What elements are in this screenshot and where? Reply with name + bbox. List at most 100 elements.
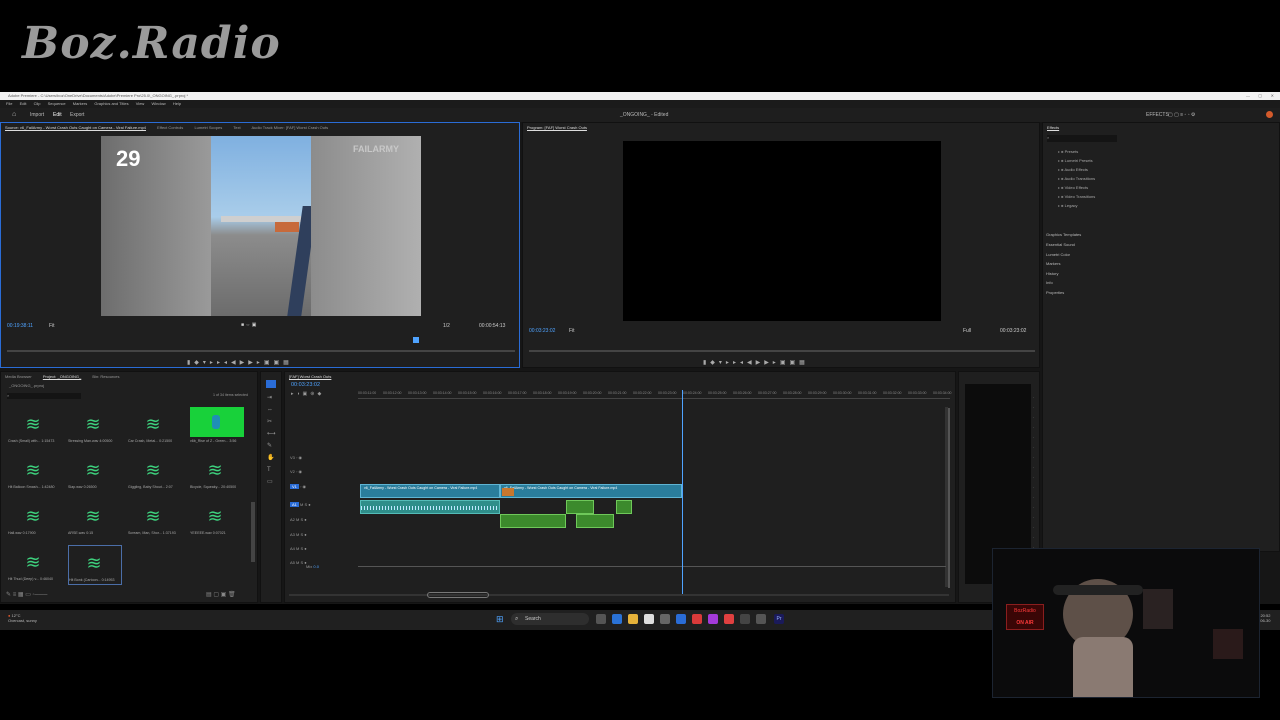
settings-icon[interactable] (660, 614, 670, 624)
tab-effects[interactable]: Effects (1047, 125, 1059, 130)
bin-item[interactable]: ≋ Slap.wav 0:26500 (68, 459, 122, 499)
bin-item[interactable]: ≋ Hall.wav 0:17900 (8, 505, 62, 545)
source-scrubber[interactable] (7, 350, 515, 352)
app-icon-2[interactable] (724, 614, 734, 624)
minimize-button[interactable]: — (1246, 92, 1250, 100)
bin-item[interactable]: ≋ Crash (Small) with... 1:15473 (8, 413, 62, 453)
maximize-button[interactable]: ▢ (1258, 92, 1262, 100)
avatar[interactable] (1266, 111, 1273, 118)
selection-tool-icon[interactable] (266, 380, 276, 388)
program-transport-controls[interactable]: ▮◆▾▸▸◂◀▶▶▸▣▣▦ (703, 359, 809, 367)
track-header-a4[interactable]: A4 M S ● (290, 546, 356, 558)
timeline-timecode[interactable]: 00:03:23:02 (291, 382, 320, 388)
workspace-export[interactable]: Export (70, 108, 84, 122)
source-video-frame[interactable]: 29 FAILARMY (101, 136, 421, 316)
menu-help[interactable]: Help (173, 101, 181, 106)
menu-graphics[interactable]: Graphics and Titles (94, 101, 128, 106)
section-history[interactable]: History (1046, 271, 1058, 276)
fx-legacy[interactable]: Legacy (1058, 203, 1078, 208)
program-playhead-timecode[interactable]: 00:03:23:02 (529, 328, 555, 334)
menu-clip[interactable]: Clip (34, 101, 41, 106)
track-header-v2[interactable]: V2 ◦ ◉ (290, 469, 356, 481)
bin-item[interactable]: ≋ Scream, Man, Shor... 1:37193 (128, 505, 182, 545)
task-view-icon[interactable] (596, 614, 606, 624)
project-scrollbar[interactable] (251, 502, 255, 562)
file-explorer-icon[interactable] (628, 614, 638, 624)
store-icon[interactable] (644, 614, 654, 624)
time-ruler[interactable]: 00:03:11:00 00:03:12:00 00:03:13:00 00:0… (358, 391, 952, 399)
bin-item[interactable]: ≋ ARSE.wav 0:15 (68, 505, 122, 545)
app-icon[interactable] (708, 614, 718, 624)
bin-item[interactable]: ≋ Car Crash, Metal... 0:21500 (128, 413, 182, 453)
audio-clip-a2[interactable] (500, 514, 566, 528)
video-clip-1[interactable]: v6_FailArmy - Worst Crash Outs Caught on… (360, 484, 500, 498)
obs-icon[interactable] (740, 614, 750, 624)
fx-audio-transitions[interactable]: Audio Transitions (1058, 176, 1095, 181)
track-header-a3[interactable]: A3 M S ● (290, 532, 356, 544)
mail-icon[interactable] (676, 614, 686, 624)
audio-clip-a1-sfx[interactable] (566, 500, 594, 514)
fx-presets[interactable]: Presets (1058, 149, 1079, 154)
menu-window[interactable]: Window (151, 101, 165, 106)
section-graphics-templates[interactable]: Graphics Templates (1046, 232, 1081, 237)
taskbar-search[interactable]: ⌕ Search (511, 613, 589, 625)
edge-icon[interactable] (612, 614, 622, 624)
section-markers[interactable]: Markers (1046, 261, 1060, 266)
bin-item-video[interactable]: v6b_Rise of Z - Green... 3:56 (190, 407, 244, 447)
tab-audio-mixer[interactable]: Audio Track Mixer: [FAF] Worst Crash Out… (252, 125, 329, 130)
source-playhead[interactable] (413, 337, 419, 343)
program-scrubber[interactable] (529, 350, 1035, 352)
program-fit-select[interactable]: Fit (569, 328, 575, 334)
tab-sequence[interactable]: [FAF] Worst Crash Outs (289, 374, 331, 379)
menu-sequence[interactable]: Sequence (48, 101, 66, 106)
fx-video-transitions[interactable]: Video Transitions (1058, 194, 1096, 199)
menu-file[interactable]: File (6, 101, 12, 106)
bin-item[interactable]: ≋ Bicycle, Squeaky... 20:40500 (190, 459, 244, 499)
source-quality-select[interactable]: 1/2 (443, 323, 450, 329)
weather-widget[interactable]: ● 12°C Overcast, sunny (8, 613, 37, 623)
video-clip-2[interactable]: v6_FailArmy - Worst Crash Outs Caught on… (500, 484, 682, 498)
tab-text[interactable]: Text (233, 125, 240, 130)
bin-item[interactable]: ≋ Hit Thud (Deep) v... 0:46040 (8, 551, 62, 591)
track-header-a2[interactable]: A2 M S ● (290, 517, 356, 529)
menu-view[interactable]: View (136, 101, 145, 106)
section-properties[interactable]: Properties (1046, 290, 1064, 295)
tab-media-browser[interactable]: Media Browser (5, 374, 32, 379)
audio-clip-a2-sfx[interactable] (576, 514, 614, 528)
timeline-h-scrollbar[interactable] (289, 594, 949, 596)
bin-item[interactable]: ≋ Giggling, Baby Shout... 2:07 (128, 459, 182, 499)
fx-video-effects[interactable]: Video Effects (1058, 185, 1088, 190)
close-button[interactable]: ✕ (1271, 92, 1274, 100)
source-transport-controls[interactable]: ▮◆▾▸▸◂◀▶▶▸▣▣▦ (187, 359, 293, 367)
project-search-input[interactable]: ⌕ (7, 393, 81, 399)
project-footer-actions[interactable]: ▤ ▢ ▣ 🗑 (206, 591, 236, 598)
app-icon-3[interactable] (756, 614, 766, 624)
tab-lumetri-scopes[interactable]: Lumetri Scopes (194, 125, 222, 130)
workspace-edit[interactable]: Edit (53, 108, 62, 122)
section-essential-sound[interactable]: Essential Sound (1046, 242, 1075, 247)
bin-item[interactable]: ≋ Stressing Man.wav 4:00500 (68, 413, 122, 453)
bin-item[interactable]: ≋ YEEEEE.wav 0:07021 (190, 505, 244, 545)
track-header-v3[interactable]: V3 ◦ ◉ (290, 455, 356, 467)
tab-effect-controls[interactable]: Effect Controls (157, 125, 183, 130)
bin-item-selected[interactable]: ≋ Hit Bonk (Cartoon... 0:14953 (68, 545, 122, 585)
source-export-icons[interactable]: ■ ⇔ ▣ (241, 322, 257, 328)
audio-clip-a1-sfx2[interactable] (616, 500, 632, 514)
track-header-v1[interactable]: V1 ◦ ◉ (290, 484, 356, 496)
tab-program[interactable]: Program: [FAF] Worst Crash Outs (527, 125, 587, 130)
program-quality-select[interactable]: Full (963, 328, 971, 334)
section-lumetri-color[interactable]: Lumetri Color (1046, 252, 1070, 257)
tool-icons[interactable]: ⇥ ⇔ ✂ ⟷ ✎ ✋ T ▭ (267, 392, 277, 488)
workspace-import[interactable]: Import (30, 108, 44, 122)
tab-bin[interactable]: Bin: Resources (92, 374, 119, 379)
tab-source[interactable]: Source: v6_FailArmy - Worst Crash Outs C… (5, 125, 146, 130)
premiere-icon[interactable]: Pr (774, 614, 784, 624)
timeline-zoom-handle[interactable] (427, 592, 489, 598)
program-video-frame[interactable] (623, 141, 941, 321)
timeline-tool-icons[interactable]: ▸◑▣⊕◆ (291, 391, 324, 397)
brave-icon[interactable] (692, 614, 702, 624)
timeline-playhead[interactable] (682, 390, 683, 594)
tab-project[interactable]: Project: _ONGOING_ (43, 374, 81, 379)
source-playhead-timecode[interactable]: 00:19:38:11 (7, 323, 33, 329)
workspace-icons[interactable]: ▢ ▢ ≡ ◦ ◦ ⚙ (1168, 108, 1195, 122)
